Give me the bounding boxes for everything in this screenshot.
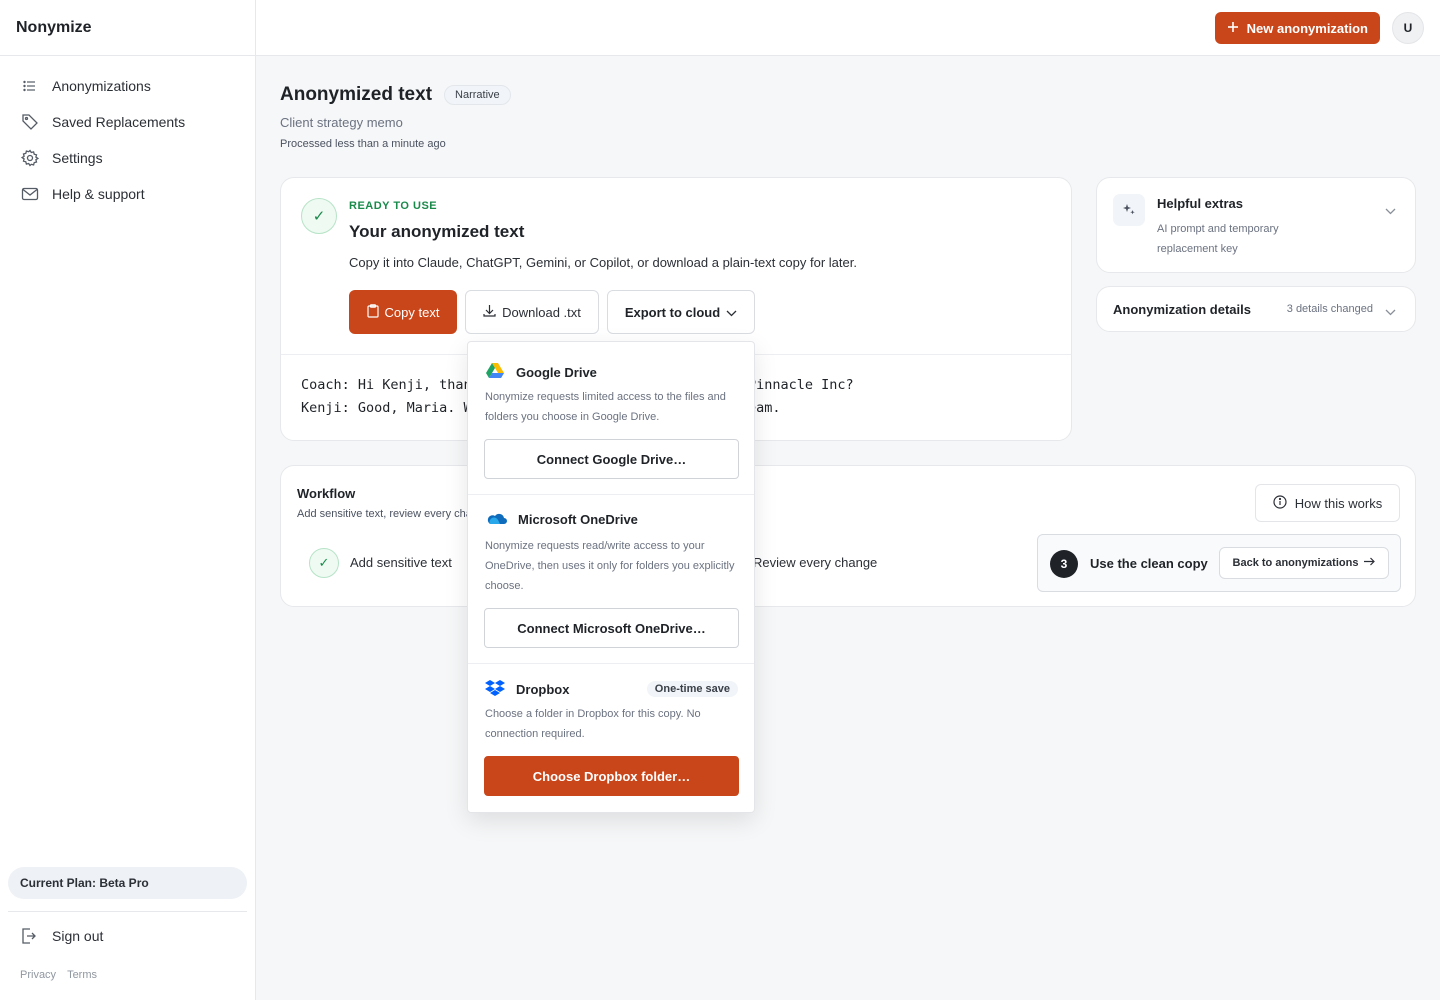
back-to-anonymizations-button[interactable]: Back to anonymizations (1219, 547, 1389, 579)
provider-header: Microsoft OneDrive (485, 511, 638, 528)
type-badge: Narrative (444, 85, 511, 105)
provider-header: Google Drive (485, 362, 597, 383)
legal-links: Privacy Terms (20, 969, 97, 981)
connect-google-drive-button[interactable]: Connect Google Drive… (484, 439, 739, 479)
mail-icon (20, 184, 40, 204)
clipboard-icon (366, 303, 379, 321)
provider-header: Dropbox (485, 679, 569, 700)
anonymization-details-card[interactable]: Anonymization details 3 details changed (1096, 286, 1416, 332)
app-logo[interactable]: Nonymize (0, 0, 255, 56)
check-icon: ✓ (301, 198, 337, 234)
sidebar-item-label: Settings (52, 150, 103, 166)
page-title: Anonymized text (280, 84, 433, 105)
export-to-cloud-label: Export to cloud (624, 304, 721, 320)
sidebar-item-label: Anonymizations (52, 78, 151, 94)
step-number: 3 (1050, 550, 1078, 578)
sparkle-icon (1113, 194, 1145, 226)
step-3-label: Use the clean copy (1090, 556, 1208, 571)
provider-description: Nonymize requests read/write access to y… (485, 540, 735, 592)
helpful-extras-description: AI prompt and temporary replacement key (1157, 223, 1279, 255)
helpful-extras-card[interactable]: Helpful extras AI prompt and temporary r… (1096, 177, 1416, 273)
sign-out-icon (20, 926, 40, 946)
workflow-step-2: Review every change (753, 555, 878, 570)
download-icon (483, 304, 496, 320)
sidebar-item-settings[interactable]: Settings (0, 140, 255, 176)
sidebar-item-label: Saved Replacements (52, 114, 186, 130)
sidebar-item-saved-replacements[interactable]: Saved Replacements (0, 104, 255, 140)
page-subtitle: Client strategy memo (280, 115, 403, 130)
ready-title: Your anonymized text (349, 222, 525, 241)
privacy-link[interactable]: Privacy (20, 969, 56, 981)
workflow-step-1: Add sensitive text (350, 555, 452, 570)
export-to-cloud-button[interactable]: Export to cloud (607, 290, 755, 334)
one-time-save-badge: One-time save (646, 681, 738, 697)
export-cloud-menu: Google Drive Nonymize requests limited a… (467, 341, 755, 813)
menu-divider (468, 494, 754, 495)
sign-out-button[interactable]: Sign out (20, 926, 103, 946)
how-this-works-button[interactable]: How this works (1255, 484, 1400, 522)
chevron-down-icon (726, 305, 737, 320)
chevron-down-icon (1385, 305, 1396, 319)
arrow-right-icon (1364, 557, 1376, 569)
terms-link[interactable]: Terms (67, 969, 97, 981)
connect-onedrive-button[interactable]: Connect Microsoft OneDrive… (484, 608, 739, 648)
onedrive-icon (485, 511, 507, 528)
sidebar-nav: Anonymizations Saved Replacements Settin… (0, 56, 255, 212)
workflow-title: Workflow (297, 486, 356, 501)
sidebar-item-anonymizations[interactable]: Anonymizations (0, 68, 255, 104)
dropbox-icon (485, 679, 505, 700)
processed-timestamp: Processed less than a minute ago (280, 138, 446, 150)
provider-description: Nonymize requests limited access to the … (485, 391, 726, 423)
how-this-works-label: How this works (1294, 495, 1383, 511)
provider-name: Microsoft OneDrive (518, 512, 638, 527)
choose-dropbox-folder-button[interactable]: Choose Dropbox folder… (484, 756, 739, 796)
check-icon: ✓ (309, 548, 339, 578)
sidebar-item-help[interactable]: Help & support (0, 176, 255, 212)
tag-icon (20, 112, 40, 132)
ready-label: READY TO USE (349, 200, 438, 212)
download-txt-button[interactable]: Download .txt (465, 290, 599, 334)
avatar[interactable]: U (1392, 12, 1424, 44)
list-icon (20, 76, 40, 96)
new-anonymization-label: New anonymization (1246, 20, 1368, 36)
workflow-card: Workflow Add sensitive text, review ever… (280, 465, 1416, 607)
helpful-extras-title: Helpful extras (1157, 196, 1243, 211)
gear-icon (20, 148, 40, 168)
copy-text-label: Copy text (384, 304, 440, 320)
ready-description: Copy it into Claude, ChatGPT, Gemini, or… (349, 255, 857, 270)
anonymization-details-title: Anonymization details (1113, 302, 1251, 317)
new-anonymization-button[interactable]: New anonymization (1214, 12, 1380, 44)
sign-out-label: Sign out (52, 928, 104, 944)
back-to-anonymizations-label: Back to anonymizations (1232, 557, 1359, 569)
copy-text-button[interactable]: Copy text (349, 290, 457, 334)
workflow-step-3: 3 Use the clean copy Back to anonymizati… (1037, 534, 1401, 592)
provider-name: Google Drive (516, 365, 597, 380)
download-txt-label: Download .txt (502, 304, 581, 320)
sidebar-item-label: Help & support (52, 186, 145, 202)
provider-description: Choose a folder in Dropbox for this copy… (485, 708, 701, 740)
info-icon (1273, 494, 1287, 512)
sidebar-divider (8, 911, 247, 912)
menu-divider (468, 663, 754, 664)
current-plan-badge[interactable]: Current Plan: Beta Pro (8, 867, 247, 899)
top-bar: New anonymization U (256, 0, 1440, 56)
plus-icon (1227, 21, 1239, 36)
provider-name: Dropbox (516, 682, 570, 697)
details-changed-count: 3 details changed (1286, 303, 1373, 315)
chevron-down-icon (1385, 204, 1396, 218)
google-drive-icon (485, 362, 505, 383)
sidebar: Nonymize Anonymizations Saved Replacemen… (0, 0, 256, 1000)
